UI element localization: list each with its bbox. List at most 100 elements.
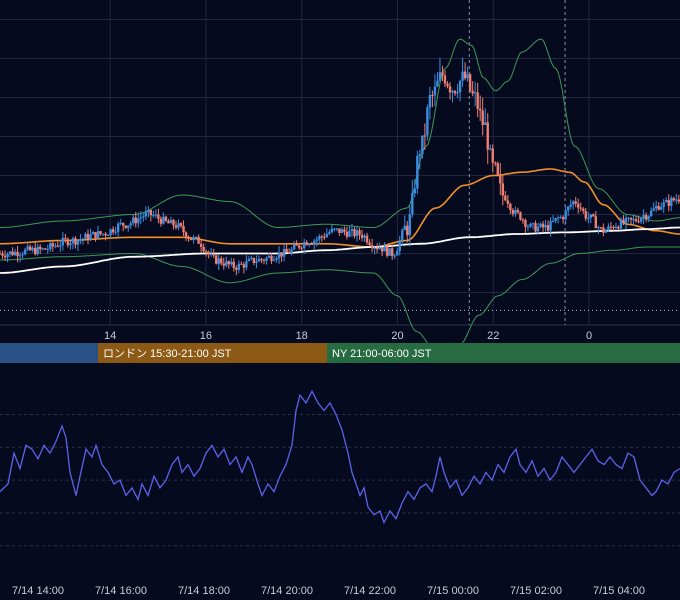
candle-body bbox=[260, 258, 263, 261]
candle-body bbox=[1, 253, 4, 256]
oscillator-axis-tick-label: 7/14 18:00 bbox=[178, 585, 230, 597]
candle-body bbox=[421, 135, 424, 155]
candle-body bbox=[3, 255, 7, 258]
candle-body bbox=[159, 218, 163, 224]
candle-body bbox=[242, 264, 246, 268]
candle-body bbox=[44, 248, 47, 250]
candle-body bbox=[375, 248, 379, 250]
candle-body bbox=[212, 253, 215, 256]
candle-body bbox=[8, 251, 12, 254]
candle-body bbox=[484, 122, 487, 125]
candle-body bbox=[494, 162, 497, 164]
candle-body bbox=[94, 232, 97, 239]
candle-body bbox=[466, 74, 469, 79]
candle-body bbox=[121, 222, 125, 226]
candle-body bbox=[355, 230, 359, 237]
candle-body bbox=[209, 253, 213, 255]
candle-body bbox=[358, 230, 361, 235]
candle-body bbox=[363, 235, 366, 238]
candle-body bbox=[456, 92, 459, 94]
candle-body bbox=[501, 183, 505, 196]
candle-body bbox=[31, 247, 34, 251]
session-label: ロンドン 15:30-21:00 JST bbox=[103, 348, 232, 360]
candle-body bbox=[328, 232, 331, 234]
candle-body bbox=[526, 226, 530, 228]
candle-body bbox=[134, 217, 137, 224]
candle-body bbox=[127, 225, 130, 228]
candle-body bbox=[300, 247, 303, 249]
candle-body bbox=[255, 261, 258, 263]
candle-body bbox=[84, 233, 87, 239]
candle-body bbox=[370, 245, 374, 249]
candle-body bbox=[297, 245, 301, 248]
price-axis-tick-label: 20 bbox=[391, 330, 403, 342]
candle-body bbox=[265, 257, 268, 261]
candle-body bbox=[396, 251, 399, 256]
candle-body bbox=[544, 225, 547, 228]
candle-body bbox=[471, 90, 474, 94]
candle-body bbox=[227, 261, 230, 265]
candle-body bbox=[476, 92, 479, 109]
candle-body bbox=[441, 72, 444, 76]
candle-body bbox=[6, 253, 9, 258]
candle-body bbox=[436, 80, 439, 87]
candle-body bbox=[539, 223, 542, 227]
candle-body bbox=[378, 248, 381, 250]
candle-body bbox=[373, 248, 376, 250]
candle-body bbox=[169, 219, 173, 224]
candle-body bbox=[660, 206, 663, 210]
candle-body bbox=[448, 86, 452, 93]
candle-body bbox=[199, 243, 203, 247]
candle-body bbox=[343, 229, 346, 232]
price-axis-tick-label: 0 bbox=[586, 330, 592, 342]
oscillator-axis-tick-label: 7/14 20:00 bbox=[261, 585, 313, 597]
candle-body bbox=[119, 222, 122, 224]
candle-body bbox=[649, 210, 653, 217]
candle-body bbox=[408, 214, 411, 236]
candle-body bbox=[604, 230, 608, 233]
candle-body bbox=[634, 219, 638, 222]
candle-body bbox=[451, 91, 454, 93]
candle-body bbox=[194, 236, 198, 238]
candle-body bbox=[59, 245, 62, 247]
candle-body bbox=[184, 232, 188, 238]
candle-body bbox=[245, 261, 248, 268]
candle-body bbox=[217, 258, 220, 264]
candle-body bbox=[287, 252, 291, 254]
candle-body bbox=[330, 228, 334, 233]
candle-body bbox=[642, 215, 645, 218]
candle-body bbox=[504, 195, 507, 201]
candle-body bbox=[272, 259, 276, 261]
candle-body bbox=[41, 248, 44, 250]
candle-body bbox=[602, 227, 605, 233]
oscillator-axis-tick-label: 7/15 00:00 bbox=[427, 585, 479, 597]
candle-body bbox=[403, 225, 406, 231]
candle-body bbox=[612, 226, 615, 229]
chart-background bbox=[0, 0, 680, 600]
candle-body bbox=[348, 231, 351, 237]
candle-body bbox=[69, 243, 72, 246]
candle-body bbox=[220, 258, 223, 264]
candle-body bbox=[572, 201, 575, 205]
candle-body bbox=[541, 223, 545, 228]
candle-body bbox=[463, 71, 467, 79]
candle-body bbox=[86, 233, 90, 240]
candle-body bbox=[534, 223, 537, 232]
candle-body bbox=[654, 206, 658, 209]
candle-body bbox=[353, 229, 356, 237]
candle-body bbox=[607, 226, 610, 231]
candle-body bbox=[64, 237, 67, 240]
candle-body bbox=[413, 188, 417, 194]
candle-body bbox=[486, 122, 489, 150]
candle-body bbox=[619, 219, 623, 229]
candle-body bbox=[338, 228, 341, 233]
oscillator-axis-tick-label: 7/14 22:00 bbox=[344, 585, 396, 597]
candle-body bbox=[225, 261, 228, 266]
candle-body bbox=[428, 94, 432, 108]
candle-body bbox=[519, 212, 522, 220]
candle-body bbox=[144, 212, 148, 217]
candle-body bbox=[79, 239, 82, 241]
candle-body bbox=[54, 245, 57, 247]
candle-body bbox=[81, 238, 85, 240]
candle-body bbox=[345, 231, 349, 237]
